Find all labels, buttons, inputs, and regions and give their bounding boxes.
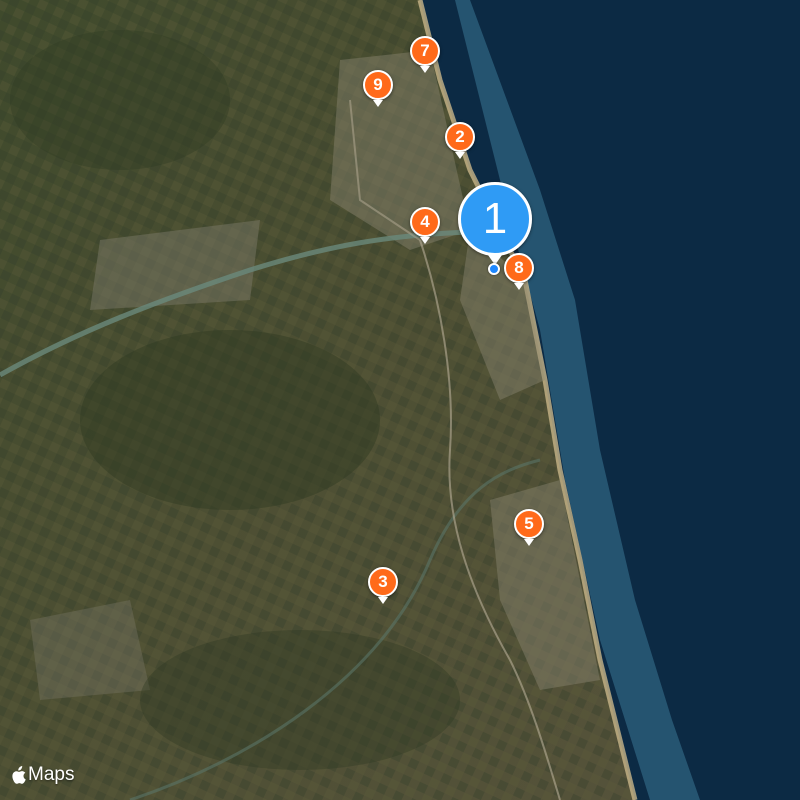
marker-pointer: [524, 539, 534, 546]
marker-number: 3: [368, 567, 398, 597]
marker-pointer: [378, 597, 388, 604]
marker-number: 9: [363, 70, 393, 100]
apple-logo-icon: [12, 765, 26, 784]
current-location-dot-icon: [488, 263, 500, 275]
map-marker-1[interactable]: 1: [458, 182, 532, 265]
marker-pointer: [514, 283, 524, 290]
hill-area: [140, 630, 460, 770]
marker-number: 2: [445, 122, 475, 152]
marker-pointer: [373, 100, 383, 107]
marker-number: 1: [458, 182, 532, 256]
marker-pointer: [455, 152, 465, 159]
marker-pointer: [420, 237, 430, 244]
map-marker-4[interactable]: 4: [410, 207, 440, 244]
map-marker-9[interactable]: 9: [363, 70, 393, 107]
map-marker-8[interactable]: 8: [504, 253, 534, 290]
marker-pointer: [420, 66, 430, 73]
marker-number: 5: [514, 509, 544, 539]
map-marker-7[interactable]: 7: [410, 36, 440, 73]
hill-area: [80, 330, 380, 510]
marker-number: 8: [504, 253, 534, 283]
map-marker-5[interactable]: 5: [514, 509, 544, 546]
satellite-map[interactable]: [0, 0, 800, 800]
marker-number: 4: [410, 207, 440, 237]
attribution-label: Maps: [28, 764, 75, 785]
marker-number: 7: [410, 36, 440, 66]
map-marker-3[interactable]: 3: [368, 567, 398, 604]
maps-attribution[interactable]: Maps: [10, 764, 74, 786]
hill-area: [10, 30, 230, 170]
map-marker-2[interactable]: 2: [445, 122, 475, 159]
